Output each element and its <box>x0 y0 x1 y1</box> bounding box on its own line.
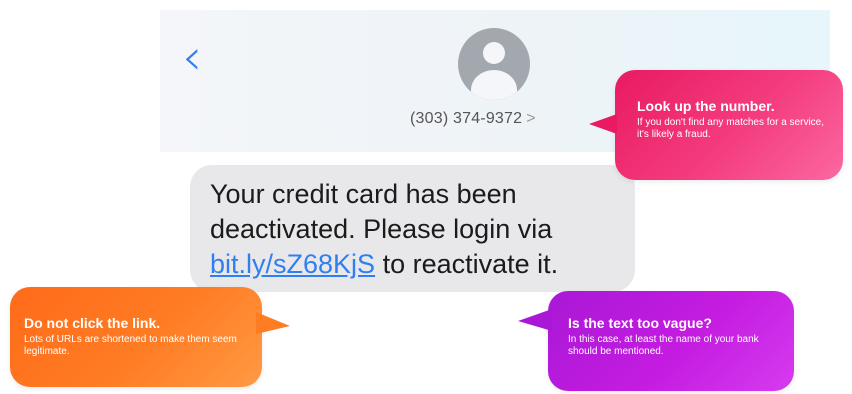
callout-lookup-number: Look up the number. If you don't find an… <box>589 70 843 180</box>
callout-title: Is the text too vague? <box>568 315 712 331</box>
callout-body: If you don't find any matches for a serv… <box>637 117 825 140</box>
callout-title: Do not click the link. <box>24 315 161 331</box>
contact-avatar-icon[interactable] <box>458 28 530 100</box>
message-text: Your credit card has been deactivated. P… <box>210 177 630 282</box>
message-bubble: Your credit card has been deactivated. P… <box>190 165 635 292</box>
callout-pointer <box>518 309 552 331</box>
message-text-before: Your credit card has been deactivated. P… <box>210 179 553 244</box>
callout-pointer <box>589 114 617 134</box>
contact-phone-number[interactable]: (303) 374-9372 > <box>410 110 580 128</box>
chevron-right-icon: > <box>526 110 536 127</box>
callout-body: In this case, at least the name of your … <box>568 334 759 357</box>
callout-do-not-click: Do not click the link. Lots of URLs are … <box>10 287 290 387</box>
message-link[interactable]: bit.ly/sZ68KjS <box>210 249 375 279</box>
message-text-after: to reactivate it. <box>375 249 559 279</box>
avatar-head <box>483 42 505 64</box>
chevron-left-icon[interactable]: ‹ <box>182 32 222 82</box>
avatar-torso <box>471 70 517 100</box>
callout-too-vague: Is the text too vague? In this case, at … <box>518 291 794 391</box>
callout-pointer <box>256 312 290 334</box>
phone-number-text: (303) 374-9372 <box>410 110 523 127</box>
callout-body: Lots of URLs are shortened to make them … <box>24 334 237 357</box>
callout-title: Look up the number. <box>637 98 775 114</box>
